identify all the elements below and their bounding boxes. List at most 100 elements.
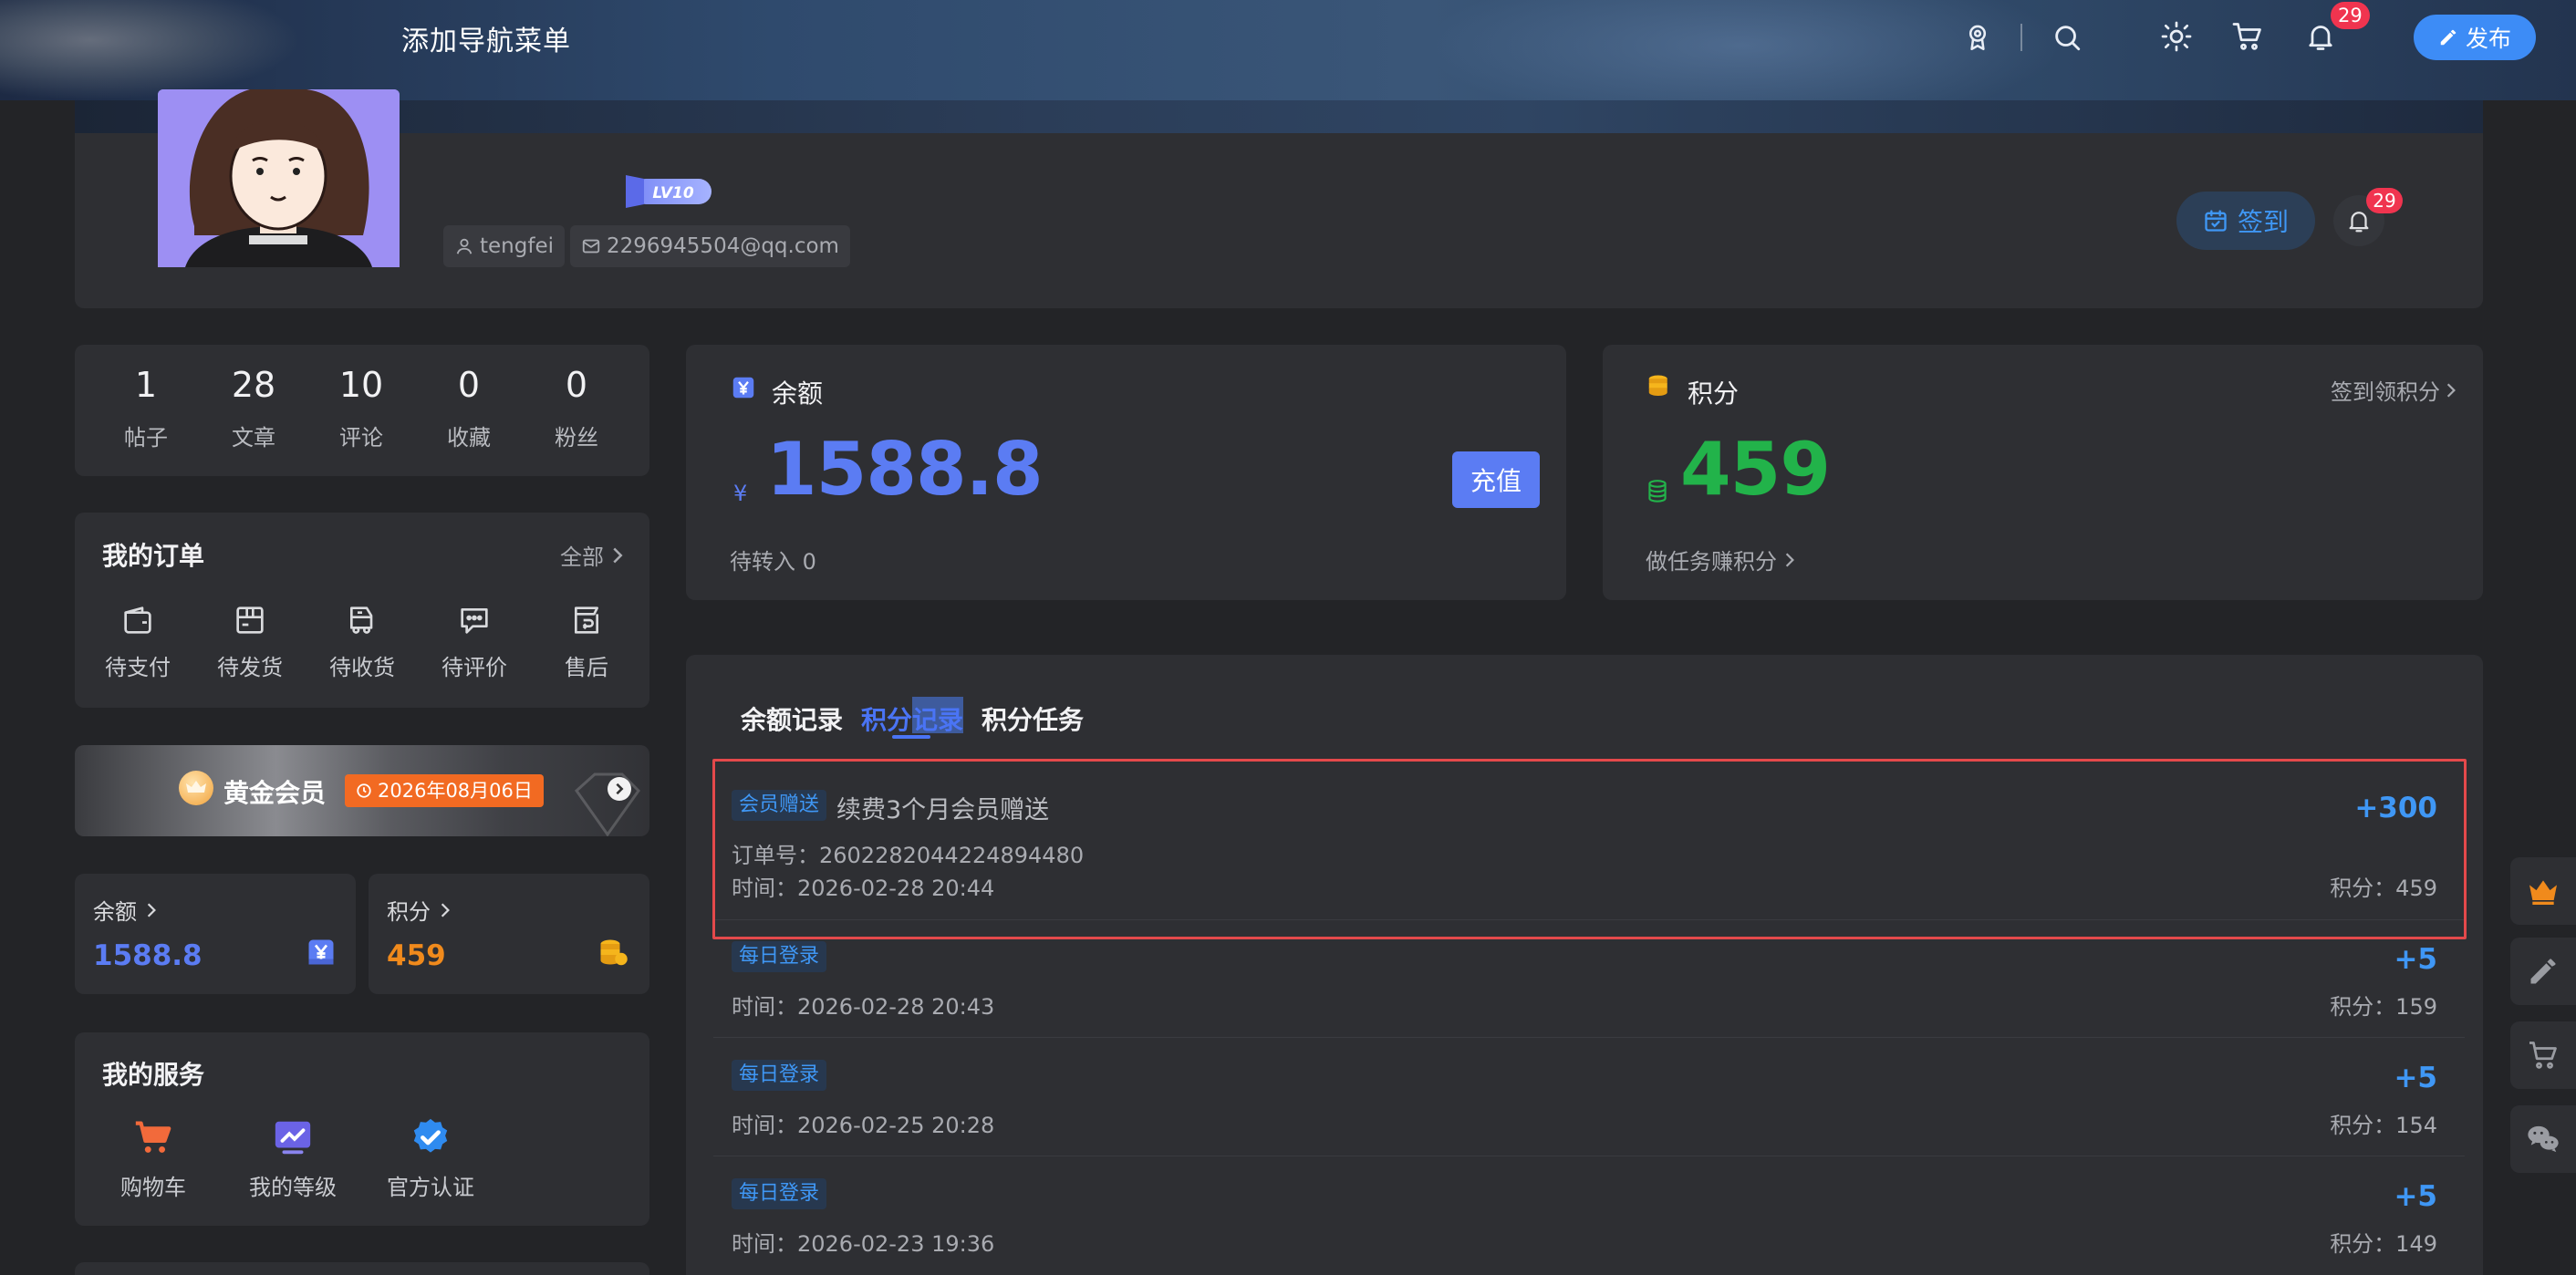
wallet-icon bbox=[124, 606, 151, 634]
publish-label: 发布 bbox=[2465, 26, 2511, 52]
orders-title: 我的订单 bbox=[102, 541, 205, 571]
package-icon bbox=[236, 606, 264, 634]
verified-icon bbox=[413, 1118, 448, 1153]
coins-icon bbox=[1646, 373, 1673, 400]
points-amount: 459 bbox=[1680, 427, 1831, 512]
mini-points-card[interactable] bbox=[369, 874, 649, 994]
chevron-right-icon bbox=[147, 902, 156, 917]
wallet-yen-icon bbox=[305, 936, 338, 969]
level-text: LV10 bbox=[652, 184, 693, 202]
return-icon bbox=[575, 606, 598, 634]
signin-button[interactable]: 签到 bbox=[2176, 192, 2315, 250]
mini-balance-card[interactable] bbox=[75, 874, 356, 994]
publish-button[interactable]: 发布 bbox=[2414, 15, 2536, 60]
user-icon bbox=[456, 238, 473, 254]
clock-icon bbox=[357, 783, 371, 798]
chevron-right-icon bbox=[616, 783, 624, 795]
cart-icon bbox=[2529, 1042, 2557, 1069]
record-delta: +5 bbox=[2394, 943, 2437, 976]
tab-balance-records[interactable]: 余额记录 bbox=[741, 700, 843, 737]
vip-arrow-button[interactable] bbox=[608, 777, 631, 801]
signin-label: 签到 bbox=[2237, 207, 2289, 237]
theme-toggle-icon[interactable] bbox=[2160, 20, 2193, 53]
record-tag: 每日登录 bbox=[732, 1060, 827, 1091]
cart-icon bbox=[135, 1121, 171, 1153]
tab-points-tasks[interactable]: 积分任务 bbox=[982, 700, 1084, 737]
vip-name: 黄金会员 bbox=[223, 778, 327, 808]
tab-points-records[interactable]: 积分记录 bbox=[861, 700, 963, 737]
header-logo-area bbox=[0, 0, 301, 100]
float-wechat-button[interactable] bbox=[2510, 1105, 2576, 1173]
coins-icon bbox=[597, 936, 629, 969]
search-icon[interactable] bbox=[2051, 22, 2083, 53]
coins-green-icon bbox=[1646, 478, 1669, 505]
order-pending-review[interactable]: 待评价 bbox=[424, 602, 525, 681]
crown-icon bbox=[179, 771, 213, 805]
notification-badge: 29 bbox=[2331, 2, 2370, 29]
record-delta: +5 bbox=[2394, 1180, 2437, 1213]
service-cart[interactable]: 购物车 bbox=[94, 1116, 213, 1201]
order-pending-payment[interactable]: 待支付 bbox=[88, 602, 188, 681]
email-chip: 2296945504@qq.com bbox=[570, 225, 850, 267]
mini-balance-value: 1588.8 bbox=[93, 939, 203, 972]
pencil-icon bbox=[2530, 959, 2556, 984]
bell-icon bbox=[2349, 212, 2369, 233]
header-separator bbox=[2020, 24, 2022, 51]
annotation-highlight-box bbox=[712, 759, 2467, 939]
record-time: 时间：2026-02-23 19:36 bbox=[732, 1231, 995, 1257]
stat-articles[interactable]: 28 文章 bbox=[203, 365, 304, 451]
order-after-sales[interactable]: 售后 bbox=[536, 602, 637, 681]
chevron-right-icon bbox=[441, 902, 450, 917]
stat-posts[interactable]: 1 帖子 bbox=[96, 365, 196, 451]
service-my-level[interactable]: 我的等级 bbox=[234, 1116, 352, 1201]
avatar[interactable] bbox=[158, 89, 400, 267]
records-card bbox=[686, 655, 2483, 1275]
username-chip: tengfei bbox=[443, 225, 565, 267]
float-edit-button[interactable] bbox=[2510, 938, 2576, 1005]
profile-notification-badge: 29 bbox=[2366, 188, 2403, 213]
record-time: 时间：2026-02-25 20:28 bbox=[732, 1113, 995, 1138]
float-cart-button[interactable] bbox=[2510, 1021, 2576, 1089]
wallet-yen-icon bbox=[730, 374, 757, 401]
stat-favorites[interactable]: 0 收藏 bbox=[419, 365, 519, 451]
profile-card bbox=[75, 133, 2483, 308]
profile-cover-strip bbox=[75, 100, 2483, 133]
comment-icon bbox=[461, 608, 488, 634]
record-points-balance: 积分：159 bbox=[2330, 994, 2437, 1020]
stat-comments[interactable]: 10 评论 bbox=[311, 365, 411, 451]
medal-icon[interactable] bbox=[1962, 22, 1993, 53]
record-points-balance: 积分：154 bbox=[2330, 1113, 2437, 1138]
float-vip-button[interactable] bbox=[2510, 857, 2576, 925]
record-delta: +5 bbox=[2394, 1062, 2437, 1094]
record-time: 时间：2026-02-28 20:43 bbox=[732, 994, 995, 1020]
mail-icon bbox=[582, 239, 600, 254]
signin-points-link[interactable]: 签到领积分 bbox=[2331, 374, 2457, 406]
calendar-check-icon bbox=[2205, 210, 2227, 232]
level-badge: LV10 bbox=[624, 173, 715, 210]
wechat-icon bbox=[2528, 1125, 2559, 1153]
truck-icon bbox=[350, 606, 373, 634]
recharge-button[interactable]: 充值 bbox=[1452, 451, 1540, 508]
order-pending-receipt[interactable]: 待收货 bbox=[312, 602, 412, 681]
level-chart-icon bbox=[275, 1121, 311, 1155]
record-tag: 每日登录 bbox=[732, 941, 827, 972]
orders-all-link[interactable]: 全部 bbox=[560, 539, 624, 571]
order-pending-shipment[interactable]: 待发货 bbox=[200, 602, 300, 681]
active-tab-indicator bbox=[892, 735, 930, 739]
chevron-right-icon bbox=[2446, 382, 2456, 398]
email-text: 2296945504@qq.com bbox=[607, 234, 839, 258]
vip-expiry-badge: 2026年08月06日 bbox=[345, 774, 544, 807]
record-tag: 每日登录 bbox=[732, 1178, 827, 1209]
earn-points-link[interactable]: 做任务赚积分 bbox=[1646, 544, 1795, 575]
services-title: 我的服务 bbox=[102, 1060, 205, 1090]
currency-symbol: ¥ bbox=[733, 481, 748, 506]
pencil-icon bbox=[2440, 29, 2457, 46]
nav-menu-link[interactable]: 添加导航菜单 bbox=[401, 18, 571, 58]
service-official-verification[interactable]: 官方认证 bbox=[371, 1116, 490, 1201]
cart-icon[interactable] bbox=[2231, 20, 2264, 53]
bell-icon[interactable] bbox=[2304, 20, 2337, 53]
chevron-right-icon bbox=[613, 547, 623, 563]
stat-fans[interactable]: 0 粉丝 bbox=[526, 365, 627, 451]
mini-points-value: 459 bbox=[387, 939, 446, 972]
chevron-right-icon bbox=[1785, 552, 1794, 567]
